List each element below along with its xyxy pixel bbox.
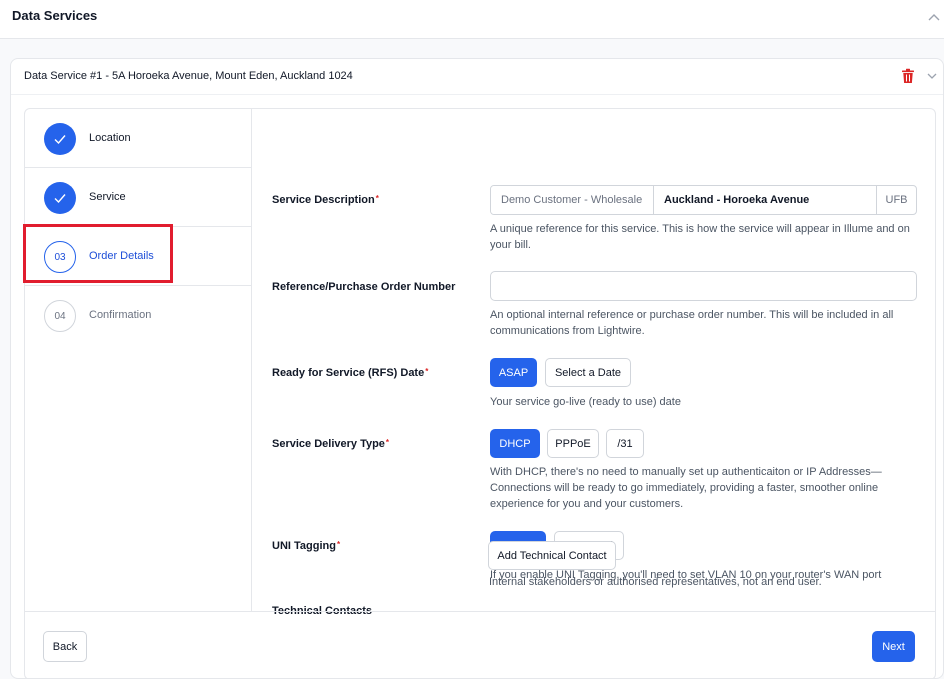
step-label: Location [89, 132, 131, 144]
step-order-details[interactable]: 03 Order Details [25, 227, 252, 286]
page-title: Data Services [12, 8, 98, 23]
delivery-dhcp-button[interactable]: DHCP [490, 429, 540, 458]
step-complete-badge [44, 123, 76, 155]
step-complete-badge [44, 182, 76, 214]
wizard-footer: Back Next [25, 611, 935, 679]
step-confirmation[interactable]: 04 Confirmation [25, 286, 252, 345]
service-description-label: Service Description* [272, 194, 379, 206]
delivery-type-help: With DHCP, there's no need to manually s… [490, 466, 882, 510]
service-title: Data Service #1 - 5A Horoeka Avenue, Mou… [24, 70, 353, 82]
card-header: Data Service #1 - 5A Horoeka Avenue, Mou… [11, 59, 943, 95]
add-technical-contact-button[interactable]: Add Technical Contact [488, 541, 616, 570]
step-label: Order Details [89, 250, 154, 262]
wizard-steps: Location Service 03 Order Details 04 Con… [25, 109, 252, 611]
step-label: Service [89, 191, 126, 203]
chevron-down-icon[interactable] [925, 69, 939, 83]
order-wizard: Location Service 03 Order Details 04 Con… [24, 108, 936, 679]
delivery-31-button[interactable]: /31 [606, 429, 644, 458]
back-button[interactable]: Back [43, 631, 87, 662]
technical-contacts-help: Internal stakeholders or authorised repr… [489, 576, 822, 588]
step-number: 03 [44, 241, 76, 273]
delivery-pppoe-button[interactable]: PPPoE [547, 429, 599, 458]
step-location[interactable]: Location [25, 109, 252, 168]
rfs-date-label: Ready for Service (RFS) Date* [272, 367, 429, 379]
trash-icon[interactable] [901, 68, 915, 84]
service-description-field: Demo Customer - Wholesale Auckland - Hor… [490, 185, 917, 215]
rfs-asap-button[interactable]: ASAP [490, 358, 537, 387]
check-icon [54, 135, 66, 145]
uni-tagging-label: UNI Tagging* [272, 540, 341, 552]
reference-label: Reference/Purchase Order Number [272, 281, 456, 293]
service-description-help: A unique reference for this service. Thi… [490, 223, 910, 251]
reference-help: An optional internal reference or purcha… [490, 309, 894, 337]
service-type-suffix: UFB [876, 186, 916, 214]
customer-prefix: Demo Customer - Wholesale [491, 186, 654, 214]
chevron-up-icon[interactable] [926, 10, 942, 26]
rfs-date-help: Your service go-live (ready to use) date [490, 396, 681, 408]
check-icon [54, 194, 66, 204]
step-number: 04 [44, 300, 76, 332]
service-description-input[interactable]: Auckland - Horoeka Avenue [654, 186, 876, 214]
reference-input[interactable] [490, 271, 917, 301]
page-header: Data Services [0, 0, 944, 39]
step-label: Confirmation [89, 309, 152, 321]
order-details-form: Service Description* Demo Customer - Who… [253, 109, 935, 617]
rfs-select-date-button[interactable]: Select a Date [545, 358, 631, 387]
delivery-type-label: Service Delivery Type* [272, 438, 390, 450]
next-button[interactable]: Next [872, 631, 915, 662]
step-service[interactable]: Service [25, 168, 252, 227]
